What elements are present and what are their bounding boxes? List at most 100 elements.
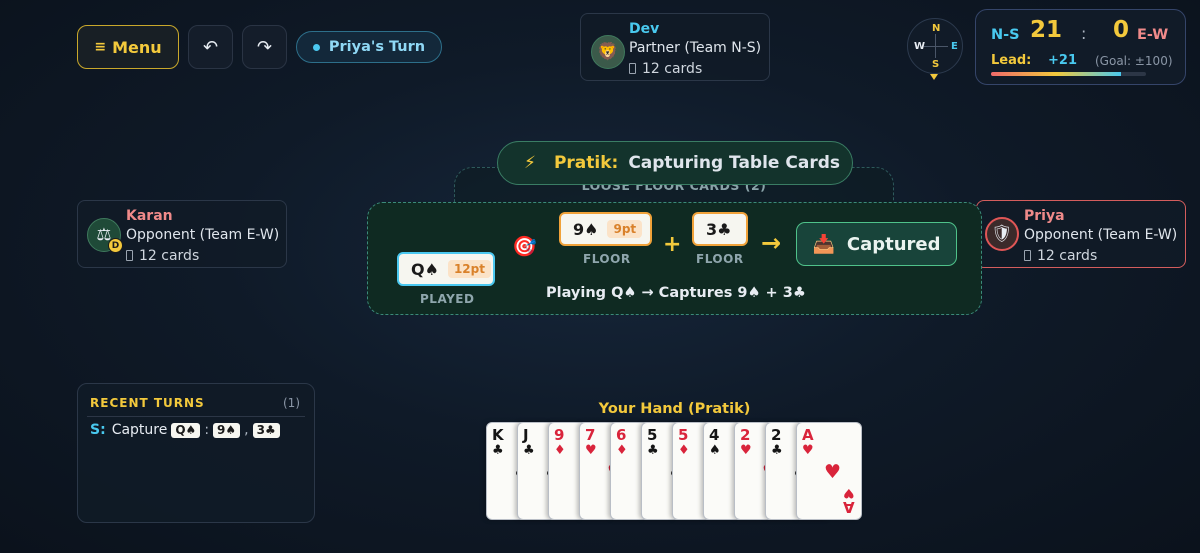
- player-panel-left[interactable]: ⚖ D Karan Opponent (Team E-W) 12 cards: [77, 200, 287, 268]
- inbox-tray-icon: 📥: [812, 233, 835, 255]
- player-card-count: 12 cards: [629, 61, 702, 77]
- captured-button[interactable]: 📥 Captured: [796, 222, 957, 266]
- lion-icon: 🦁: [591, 35, 625, 69]
- lead-label: Lead:: [991, 53, 1032, 68]
- player-name: Priya: [1024, 208, 1065, 224]
- card-suit: ♦: [678, 443, 690, 458]
- compass-west: W: [914, 41, 926, 52]
- card-rank: 5: [678, 426, 689, 444]
- lead-progress-fill: [991, 72, 1122, 76]
- hamburger-icon: ≡: [94, 39, 107, 55]
- turn-action: Capture: [111, 422, 168, 438]
- card-count-icon: [629, 63, 636, 74]
- card-suit: ♣: [523, 443, 535, 458]
- card-rank: K: [492, 426, 504, 444]
- divider: [87, 416, 305, 417]
- menu-button[interactable]: ≡ Menu: [77, 25, 179, 69]
- score-separator: :: [1081, 24, 1087, 43]
- card-suit: ♦: [616, 443, 628, 458]
- action-banner: ⚡ Pratik: Capturing Table Cards: [497, 141, 853, 185]
- card-count-icon: [126, 250, 133, 261]
- recent-turns-title: RECENT TURNS: [90, 396, 205, 410]
- played-card: Q♠ 12pt: [397, 252, 495, 286]
- turn-played-chip: Q♠: [171, 422, 201, 438]
- team-ns-score: 21: [1030, 17, 1063, 43]
- card-rank: 6: [616, 426, 627, 444]
- card-suit: ♣: [647, 443, 659, 458]
- player-panel-top[interactable]: 🦁 Dev Partner (Team N-S) 12 cards: [580, 13, 770, 81]
- team-ns-label: N-S: [991, 27, 1020, 43]
- target-icon: 🎯: [512, 234, 537, 258]
- player-name: Dev: [629, 21, 660, 37]
- shield-icon: 🛡: [985, 217, 1019, 251]
- hand-card[interactable]: A ♥ ♥ A ♥: [796, 422, 862, 520]
- recent-turn-entry: S: Capture Q♠ : 9♠ , 3♣: [90, 422, 284, 438]
- goal-label: (Goal: ±100): [1095, 54, 1173, 68]
- player-name: Karan: [126, 208, 173, 224]
- card-count-icon: [1024, 250, 1031, 261]
- capture-panel: Q♠ 12pt PLAYED 🎯 9♠ 9pt FLOOR + 3♣ FLOOR →…: [367, 202, 982, 315]
- game-table: ≡ Menu ↶ ↷ Priya's Turn 🦁 Dev Partner (T…: [0, 0, 1200, 553]
- turn-capture-chip-2: 3♣: [252, 422, 280, 438]
- lead-progress-bar: [991, 72, 1146, 76]
- floor-card-1-points: 9pt: [607, 220, 643, 238]
- turn-label: Priya's Turn: [328, 39, 426, 55]
- card-suit-bottom: ♥: [843, 485, 855, 500]
- turn-indicator: Priya's Turn: [296, 31, 442, 63]
- action-text: Capturing Table Cards: [628, 153, 840, 173]
- dealer-badge: D: [108, 238, 123, 253]
- floor-caption-2: FLOOR: [696, 252, 744, 266]
- arrow-right-icon: →: [761, 229, 782, 257]
- player-panel-right[interactable]: 🛡 Priya Opponent (Team E-W) 12 cards: [976, 200, 1186, 268]
- capture-summary: Playing Q♠ → Captures 9♠ + 3♣: [546, 285, 806, 301]
- card-suit: ♥: [740, 443, 752, 458]
- turn-comma: ,: [244, 422, 249, 438]
- card-suit: ♠: [709, 443, 721, 458]
- redo-icon: ↷: [256, 36, 273, 58]
- played-points: 12pt: [447, 260, 491, 278]
- card-rank: 7: [585, 426, 596, 444]
- undo-button[interactable]: ↶: [188, 25, 233, 69]
- card-rank: A: [802, 426, 814, 444]
- turn-colon: :: [204, 422, 210, 438]
- floor-caption-1: FLOOR: [583, 252, 631, 266]
- team-ew-score: 0: [1113, 17, 1130, 43]
- plus-icon: +: [663, 232, 682, 257]
- undo-icon: ↶: [202, 36, 219, 58]
- floor-card-1: 9♠ 9pt: [559, 212, 652, 246]
- turn-capture-chip-1: 9♠: [213, 422, 241, 438]
- card-rank: 2: [740, 426, 751, 444]
- player-card-count: 12 cards: [1024, 248, 1097, 264]
- lead-value: +21: [1048, 53, 1077, 68]
- player-role: Opponent (Team E-W): [126, 227, 280, 243]
- card-rank: 4: [709, 426, 720, 444]
- team-ew-label: E-W: [1137, 27, 1169, 43]
- compass-east: E: [951, 41, 958, 52]
- turn-seat: S:: [90, 422, 106, 438]
- player-card-count: 12 cards: [126, 248, 199, 264]
- redo-button[interactable]: ↷: [242, 25, 287, 69]
- card-rank-bottom: A: [843, 498, 855, 516]
- card-rank: 5: [647, 426, 658, 444]
- card-rank: 9: [554, 426, 565, 444]
- recent-turns-panel: RECENT TURNS (1) S: Capture Q♠ : 9♠ , 3♣: [77, 383, 315, 523]
- card-suit: ♦: [554, 443, 566, 458]
- card-pip: ♥: [824, 461, 842, 483]
- captured-label: Captured: [846, 233, 941, 255]
- turn-dot-icon: [312, 43, 320, 51]
- played-caption: PLAYED: [420, 292, 475, 306]
- card-suit: ♥: [802, 443, 814, 458]
- player-role: Opponent (Team E-W): [1024, 227, 1178, 243]
- card-suit: ♥: [585, 443, 597, 458]
- scoreboard: N-S 21 : 0 E-W Lead: +21 (Goal: ±100): [975, 9, 1186, 85]
- compass-icon: N S W E: [907, 18, 963, 74]
- recent-turns-count: (1): [283, 396, 300, 410]
- active-seat-arrow-icon: [930, 74, 938, 80]
- player-role: Partner (Team N-S): [629, 40, 762, 56]
- hand-title: Your Hand (Pratik): [598, 401, 751, 417]
- compass-north: N: [932, 23, 941, 34]
- lightning-icon: ⚡: [524, 153, 536, 173]
- card-suit: ♣: [492, 443, 504, 458]
- compass-south: S: [932, 59, 940, 70]
- card-suit: ♣: [771, 443, 783, 458]
